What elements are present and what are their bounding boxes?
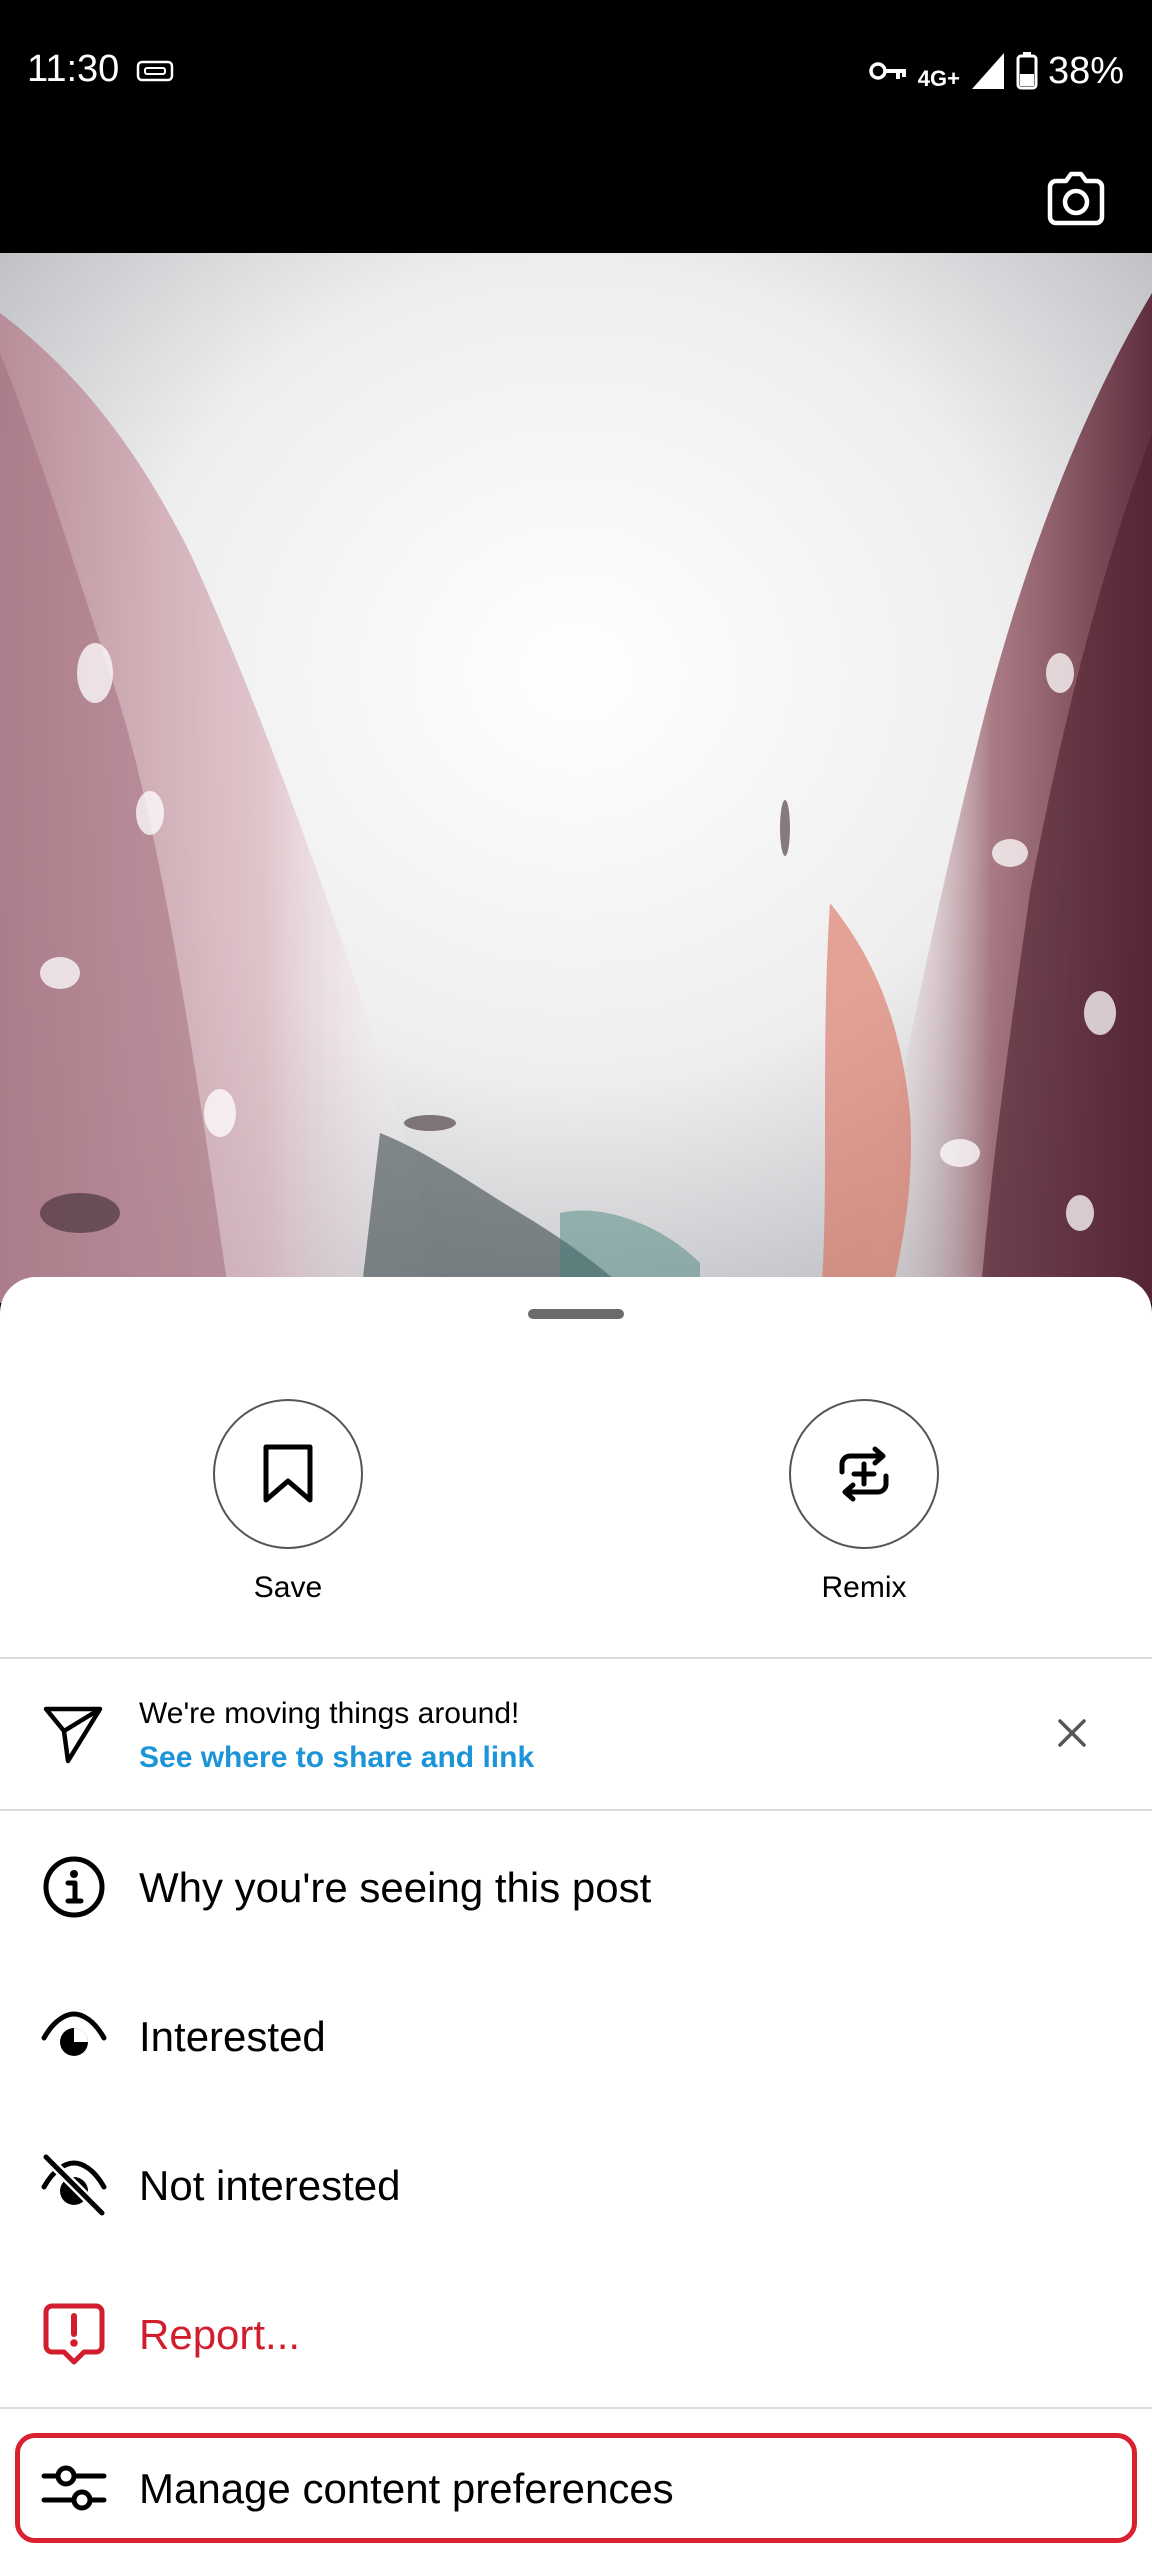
sheet-drag-handle[interactable] xyxy=(528,1309,624,1319)
save-circle[interactable] xyxy=(213,1399,363,1549)
eye-off-icon xyxy=(41,2152,107,2218)
network-type: 4G+ xyxy=(917,66,960,91)
menu-label-report: Report... xyxy=(139,2311,301,2358)
status-bar: 11:30 4G+ 38% xyxy=(0,0,1152,143)
top-bar xyxy=(0,143,1152,253)
menu-item-why-seeing[interactable]: Why you're seeing this post xyxy=(0,1822,1152,1952)
post-image[interactable] xyxy=(0,253,1152,1303)
rainy-window-photo xyxy=(0,253,1152,1303)
remix-button[interactable]: Remix xyxy=(764,1399,964,1605)
menu-item-report[interactable]: Report... xyxy=(0,2269,1152,2399)
report-icon xyxy=(43,2303,105,2365)
battery-icon xyxy=(1016,52,1038,90)
remix-circle[interactable] xyxy=(789,1399,939,1549)
signal-icon xyxy=(971,53,1004,89)
info-icon xyxy=(43,1856,105,1918)
bookmark-icon xyxy=(263,1444,313,1503)
divider xyxy=(0,1809,1152,1811)
menu-label-not-interested: Not interested xyxy=(139,2162,401,2209)
options-bottom-sheet: Save Remix We're moving things around! S… xyxy=(0,1277,1152,2560)
menu-label-why-seeing: Why you're seeing this post xyxy=(139,1864,652,1911)
remix-label: Remix xyxy=(821,1571,907,1604)
camera-icon[interactable] xyxy=(1042,163,1110,231)
share-notice: We're moving things around! See where to… xyxy=(0,1659,1152,1809)
menu-label-interested: Interested xyxy=(139,2013,326,2060)
menu-item-interested[interactable]: Interested xyxy=(0,1971,1152,2101)
menu-item-not-interested[interactable]: Not interested xyxy=(0,2120,1152,2250)
status-time: 11:30 xyxy=(27,48,120,90)
selection-highlight xyxy=(15,2433,1137,2543)
sim-card-icon xyxy=(136,60,174,82)
save-label: Save xyxy=(253,1571,323,1604)
eye-icon xyxy=(41,2011,107,2056)
close-icon[interactable] xyxy=(1054,1715,1090,1751)
notice-title: We're moving things around! xyxy=(139,1697,520,1730)
battery-percent: 38% xyxy=(1047,49,1124,92)
paper-plane-icon xyxy=(43,1706,103,1764)
remix-icon xyxy=(839,1446,889,1502)
save-button[interactable]: Save xyxy=(188,1399,388,1605)
status-icons: 4G+ 38% xyxy=(868,46,1124,96)
share-link[interactable]: See where to share and link xyxy=(139,1741,534,1775)
divider xyxy=(0,2407,1152,2409)
vpn-key-icon xyxy=(868,62,906,80)
